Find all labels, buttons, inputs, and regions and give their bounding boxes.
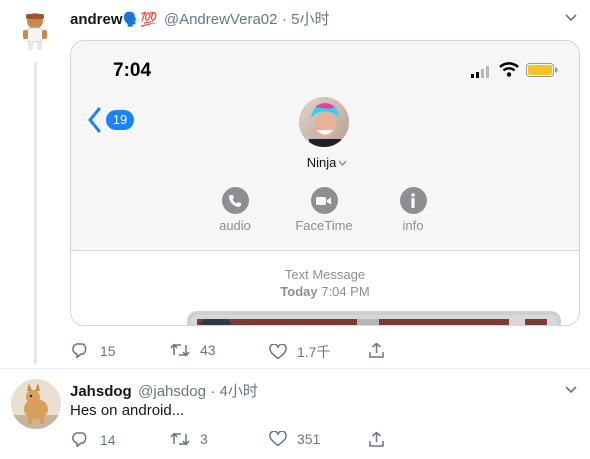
share-button[interactable] (368, 431, 395, 448)
reply-avatar[interactable] (11, 379, 61, 429)
audio-button[interactable]: audio (215, 187, 255, 233)
reply-icon (72, 343, 87, 359)
tweet-header: andrew🗣️💯 @AndrewVera02 · 5小时 (70, 8, 329, 29)
reply-icon (72, 432, 87, 448)
info-label: info (402, 218, 424, 233)
message-image-bubble (187, 311, 561, 325)
tweet-divider (0, 368, 590, 369)
tweet-timestamp[interactable]: · 5小时 (282, 11, 330, 28)
contact-avatar[interactable] (299, 97, 349, 147)
message-time: 7:04 PM (321, 284, 370, 299)
reply-text: Hes on android... (70, 402, 185, 419)
video-icon (316, 196, 331, 205)
signal-icon (471, 65, 491, 78)
name-emoji: 🗣️💯 (122, 11, 158, 27)
facetime-label: FaceTime (295, 218, 353, 233)
retweet-icon (170, 432, 190, 446)
heart-icon (269, 431, 287, 447)
battery-icon (526, 63, 558, 77)
contact-name: Ninja (306, 155, 337, 170)
chevron-down-icon (338, 160, 347, 167)
reply-author-name[interactable]: Jahsdog (70, 383, 132, 400)
phone-icon (229, 194, 241, 207)
facetime-button[interactable]: FaceTime (291, 187, 357, 233)
tweet-avatar[interactable] (13, 8, 57, 52)
retweet-count: 43 (200, 342, 216, 358)
retweet-count: 3 (200, 431, 208, 447)
back-chevron-icon (88, 107, 101, 133)
reply-timestamp[interactable]: · 4小时 (210, 383, 258, 400)
info-button[interactable]: info (393, 187, 433, 233)
info-icon (411, 193, 415, 208)
retweet-icon (170, 343, 190, 357)
like-count: 351 (297, 431, 321, 447)
message-type: Text Message (284, 267, 366, 282)
reply-header: Jahsdog @jahsdog · 4小时 (70, 380, 258, 401)
author-handle[interactable]: @AndrewVera02 (164, 11, 278, 28)
thread-connector-line (34, 62, 37, 364)
share-button[interactable] (368, 342, 395, 359)
retweet-button[interactable]: 43 (170, 342, 216, 358)
chevron-down-icon[interactable] (564, 383, 578, 397)
cartoon-avatar-icon (23, 13, 47, 50)
share-icon (369, 431, 384, 447)
reply-author-handle[interactable]: @jahsdog (138, 383, 206, 400)
author-name[interactable]: andrew (70, 11, 123, 28)
status-time: 7:04 (113, 60, 152, 81)
share-icon (369, 342, 384, 358)
heart-icon (269, 344, 287, 360)
back-count-badge: 19 (106, 110, 134, 130)
like-button[interactable]: 351 (269, 431, 320, 447)
message-date-row: Today 7:04 PM (71, 284, 579, 299)
reply-count: 14 (100, 431, 116, 448)
message-day: Today (280, 284, 318, 299)
reply-count: 15 (100, 342, 116, 359)
back-button[interactable]: 19 (87, 107, 137, 133)
media-card[interactable]: 7:04 19 Ninja audio FaceTime info Text M… (70, 40, 580, 326)
dog-avatar-icon (11, 379, 61, 429)
wifi-icon (499, 62, 519, 77)
audio-label: audio (219, 218, 251, 233)
like-button[interactable]: 1.7千 (269, 342, 330, 362)
reply-button[interactable]: 14 (72, 431, 116, 448)
like-count: 1.7千 (297, 344, 331, 360)
reply-button[interactable]: 15 (72, 342, 116, 359)
retweet-button[interactable]: 3 (170, 431, 208, 447)
chevron-down-icon[interactable] (564, 11, 578, 25)
contact-name-row[interactable]: Ninja (299, 155, 355, 170)
